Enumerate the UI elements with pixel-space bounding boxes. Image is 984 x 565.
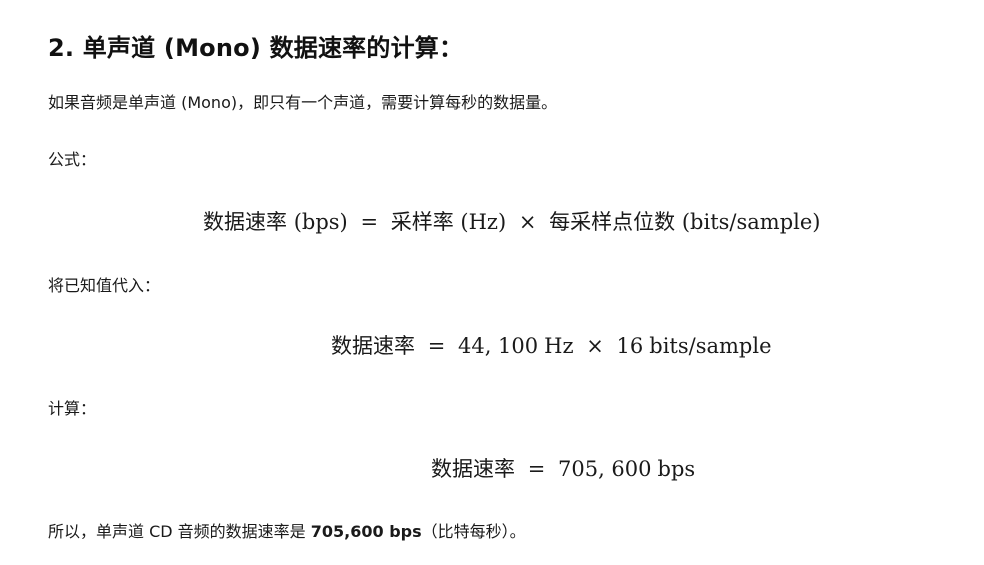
conclusion-value: 705,600 bps (310, 522, 422, 541)
result-value: 705, 600 (557, 457, 652, 481)
conclusion-suffix: （比特每秒）。 (421, 522, 526, 541)
formula-lhs-unit: (bps) (293, 210, 348, 234)
formula-factor1-unit: (Hz) (460, 210, 507, 234)
formula-label: 公式： (48, 150, 97, 169)
substitute-label: 将已知值代入： (48, 276, 161, 295)
formula-factor2: 每采样点位数 (549, 210, 676, 234)
equals-sign: = (527, 457, 546, 481)
conclusion-prefix: 所以，单声道 CD 音频的数据速率是 (48, 522, 311, 541)
equals-sign: = (360, 210, 379, 234)
compute-label: 计算： (48, 399, 97, 418)
substituted-formula: 数据速率 = 44, 100 Hz × 16 bits/sample (331, 330, 772, 360)
times-sign: × (518, 210, 537, 234)
times-sign: × (586, 334, 604, 358)
equals-sign: = (427, 334, 446, 358)
document-body: 2. 单声道 (Mono) 数据速率的计算： 如果音频是单声道 (Mono)，即… (48, 0, 968, 565)
formula-factor2-unit: (bits/sample) (681, 210, 821, 234)
sample-rate-value: 44, 100 (457, 334, 539, 358)
sample-rate-unit: Hz (544, 334, 574, 358)
conclusion-paragraph: 所以，单声道 CD 音频的数据速率是 705,600 bps（比特每秒）。 (48, 521, 526, 543)
bit-depth-unit: bits/sample (649, 334, 772, 358)
intro-paragraph: 如果音频是单声道 (Mono)，即只有一个声道，需要计算每秒的数据量。 (48, 93, 558, 112)
bit-depth-value: 16 (616, 334, 644, 358)
general-formula: 数据速率 (bps) = 采样率 (Hz) × 每采样点位数 (bits/sam… (203, 206, 821, 236)
result-formula: 数据速率 = 705, 600 bps (431, 453, 695, 483)
formula-lhs: 数据速率 (203, 210, 287, 234)
formula-lhs: 数据速率 (331, 334, 415, 358)
formula-factor1: 采样率 (390, 210, 454, 234)
formula-lhs: 数据速率 (431, 457, 515, 481)
result-unit: bps (657, 457, 696, 481)
section-heading: 2. 单声道 (Mono) 数据速率的计算： (48, 34, 464, 62)
